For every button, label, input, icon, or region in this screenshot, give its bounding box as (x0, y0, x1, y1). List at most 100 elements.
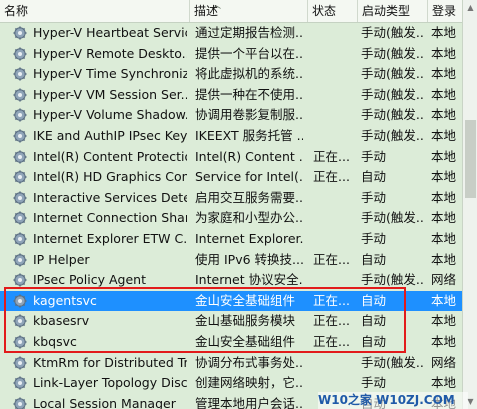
service-logon: 本地 (431, 375, 457, 391)
service-startup-type: 自动 (361, 313, 387, 329)
service-description: 提供一个平台以在... (195, 45, 303, 61)
service-status: 正在... (313, 148, 350, 164)
scroll-up-icon[interactable]: ▲ (463, 0, 477, 15)
service-status (313, 126, 355, 146)
service-name: KtmRm for Distributed Tr... (33, 354, 187, 370)
scroll-thumb[interactable] (465, 120, 476, 198)
service-status (313, 64, 355, 84)
service-row[interactable]: Intel(R) Content Protectio... Intel(R) Co… (0, 147, 462, 167)
service-row[interactable]: IP Helper 使用 IPv6 转换技... 正在... 自动 本地 (0, 250, 462, 270)
service-logon: 本地 (431, 148, 457, 164)
service-gear-icon (13, 170, 27, 184)
service-row[interactable]: Hyper-V Volume Shadow... 协调用卷影复制服... 手动(触发… (0, 105, 462, 125)
service-row[interactable]: Internet Connection Shari... 为家庭和小型办公... 手… (0, 208, 462, 228)
service-gear-icon (13, 129, 27, 143)
service-logon: 本地 (431, 210, 457, 226)
service-startup-type: 手动 (361, 375, 387, 391)
service-status: 正在... (313, 169, 350, 185)
service-status (313, 373, 355, 393)
service-name: Local Session Manager (33, 395, 176, 409)
service-name: Hyper-V Volume Shadow... (33, 107, 187, 123)
service-startup-type: 自动 (361, 292, 387, 308)
service-logon: 本地 (431, 292, 457, 308)
service-logon: 本地 (431, 25, 457, 40)
service-startup-type: 手动(触发... (361, 107, 423, 123)
service-row[interactable]: Internet Explorer ETW C... Internet Explo… (0, 229, 462, 249)
service-row[interactable]: KtmRm for Distributed Tr... 协调分布式事务处... 手动… (0, 353, 462, 373)
service-logon: 本地 (431, 107, 457, 123)
service-row[interactable]: Hyper-V Time Synchroniz... 将此虚拟机的系统... 手动(… (0, 64, 462, 84)
service-gear-icon (13, 211, 27, 225)
service-gear-icon (13, 356, 27, 370)
service-gear-icon (13, 150, 27, 164)
service-startup-type: 自动 (361, 334, 387, 349)
service-row[interactable]: kagentsvc 金山安全基础组件 正在... 自动 本地 (0, 290, 462, 311)
service-startup-type: 手动(触发... (361, 354, 423, 370)
service-status: 正在... (313, 334, 350, 349)
service-row[interactable]: Interactive Services Dete... 启用交互服务需要... 手… (0, 188, 462, 208)
service-status: 正在... (313, 313, 350, 329)
service-name: Intel(R) Content Protectio... (33, 148, 187, 164)
service-gear-icon (13, 335, 27, 349)
service-startup-type: 手动(触发... (361, 45, 423, 61)
service-description: 金山安全基础组件 (195, 292, 296, 308)
service-status (313, 188, 355, 208)
column-header-startup-type[interactable]: 启动类型 (358, 0, 428, 22)
service-row[interactable]: Hyper-V Remote Deskto... 提供一个平台以在... 手动(触发… (0, 44, 462, 64)
service-logon: 本地 (431, 45, 457, 61)
service-logon: 本地 (431, 231, 457, 246)
service-description: 将此虚拟机的系统... (195, 66, 303, 82)
service-description: 金山安全基础组件 (195, 334, 296, 349)
service-logon: 本地 (431, 66, 457, 82)
service-row[interactable]: kbqsvc 金山安全基础组件 正在... 自动 本地 (0, 332, 462, 352)
service-status (313, 85, 355, 105)
service-row[interactable]: Hyper-V Heartbeat Service 通过定期报告检测... 手动(触… (0, 23, 462, 43)
service-logon: 本地 (431, 128, 457, 143)
service-row[interactable]: Intel(R) HD Graphics Con... Service for I… (0, 167, 462, 187)
service-row[interactable]: kbasesrv 金山基础服务模块 正在... 自动 本地 (0, 311, 462, 331)
service-startup-type: 手动(触发... (361, 25, 423, 40)
service-startup-type: 手动(触发... (361, 210, 423, 226)
service-name: IKE and AuthIP IPsec Key... (33, 128, 187, 143)
service-description: Internet Explorer... (195, 231, 303, 246)
list-header: 名称 ︿ 描述 状态 启动类型 登录 (0, 0, 477, 23)
service-name: Hyper-V Time Synchroniz... (33, 66, 187, 82)
service-gear-icon (13, 26, 27, 40)
service-name: Internet Connection Shari... (33, 210, 187, 226)
service-description: 通过定期报告检测... (195, 25, 303, 40)
service-gear-icon (13, 191, 27, 205)
service-startup-type: 手动 (361, 189, 387, 205)
service-gear-icon (13, 294, 27, 308)
vertical-scrollbar[interactable]: ▲ ▼ (462, 0, 477, 409)
column-header-status[interactable]: 状态 (308, 0, 358, 22)
service-status (313, 105, 355, 125)
watermark: W10之家 W10ZJ.COM (318, 392, 468, 409)
service-name: Hyper-V Heartbeat Service (33, 25, 187, 40)
service-status (313, 270, 355, 290)
service-name: Link-Layer Topology Disc... (33, 375, 187, 391)
service-description: IKEEXT 服务托管 ... (195, 128, 303, 143)
service-row[interactable]: Hyper-V VM Session Ser... 提供一种在不使用... 手动(触… (0, 85, 462, 105)
column-header-name[interactable]: 名称 (0, 0, 190, 22)
service-row[interactable]: IPsec Policy Agent Internet 协议安全... 手动(触发.… (0, 270, 462, 290)
service-status (313, 44, 355, 64)
service-row[interactable]: IKE and AuthIP IPsec Key... IKEEXT 服务托管 .… (0, 126, 462, 146)
service-gear-icon (13, 232, 27, 246)
service-description: 金山基础服务模块 (195, 313, 296, 329)
services-list: Hyper-V Heartbeat Service 通过定期报告检测... 手动(触… (0, 22, 462, 409)
service-row[interactable]: Link-Layer Topology Disc... 创建网络映射，它... 手动… (0, 373, 462, 393)
column-header-description[interactable]: 描述 (190, 0, 308, 22)
service-name: kbqsvc (33, 334, 77, 349)
service-description: 协调分布式事务处... (195, 354, 303, 370)
service-name: Interactive Services Dete... (33, 189, 187, 205)
service-logon: 本地 (431, 251, 457, 267)
service-status (313, 229, 355, 249)
service-status (313, 208, 355, 228)
service-startup-type: 手动(触发... (361, 272, 423, 288)
services-window: 名称 ︿ 描述 状态 启动类型 登录 Hyper-V Heartbeat Ser… (0, 0, 477, 409)
service-logon: 网络 (431, 272, 457, 288)
service-gear-icon (13, 314, 27, 328)
service-logon: 本地 (431, 86, 457, 102)
service-gear-icon (13, 273, 27, 287)
service-status: 正在... (313, 292, 350, 308)
